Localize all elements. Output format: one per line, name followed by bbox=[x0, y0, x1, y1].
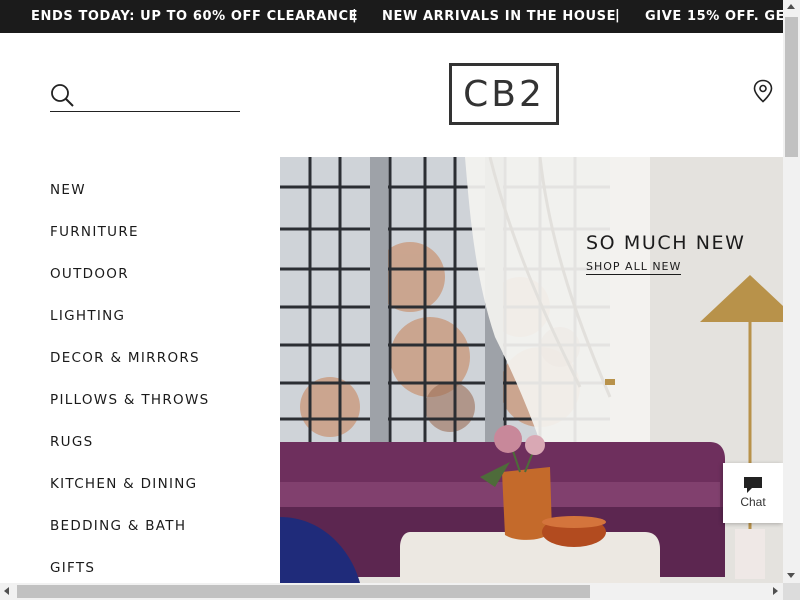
search-box bbox=[50, 82, 240, 112]
promo-give-get-link[interactable]: GIVE 15% OFF. GET bbox=[645, 9, 783, 24]
logo[interactable]: CB2 bbox=[449, 63, 559, 125]
hero-banner[interactable]: SO MUCH NEW SHOP ALL NEW bbox=[280, 157, 783, 583]
promo-separator: | bbox=[352, 8, 357, 23]
vertical-scrollbar[interactable] bbox=[783, 0, 800, 583]
horizontal-scrollbar-thumb[interactable] bbox=[17, 585, 590, 598]
nav-item-pillows-throws[interactable]: PILLOWS & THROWS bbox=[50, 390, 209, 432]
search-input[interactable] bbox=[84, 84, 234, 108]
nav-item-furniture[interactable]: FURNITURE bbox=[50, 222, 209, 264]
shop-all-new-link[interactable]: SHOP ALL NEW bbox=[586, 260, 682, 275]
nav-item-outdoor[interactable]: OUTDOOR bbox=[50, 264, 209, 306]
nav-item-lighting[interactable]: LIGHTING bbox=[50, 306, 209, 348]
hero-image bbox=[280, 157, 783, 583]
nav-item-new[interactable]: NEW bbox=[50, 180, 209, 222]
scroll-down-icon[interactable] bbox=[787, 573, 795, 578]
search-icon[interactable] bbox=[50, 82, 76, 108]
scrollbar-corner bbox=[783, 583, 800, 600]
chat-button[interactable]: Chat bbox=[723, 463, 783, 523]
nav-item-rugs[interactable]: RUGS bbox=[50, 432, 209, 474]
promo-separator: | bbox=[615, 8, 620, 23]
nav-item-kitchen-dining[interactable]: KITCHEN & DINING bbox=[50, 474, 209, 516]
scroll-right-icon[interactable] bbox=[773, 587, 778, 595]
scroll-up-icon[interactable] bbox=[787, 4, 795, 9]
scroll-left-icon[interactable] bbox=[4, 587, 9, 595]
location-pin-icon[interactable] bbox=[752, 79, 774, 103]
chat-bubble-icon bbox=[744, 477, 762, 493]
hero-title: SO MUCH NEW bbox=[586, 232, 746, 254]
chat-label: Chat bbox=[740, 495, 766, 509]
logo-text: CB2 bbox=[463, 73, 545, 115]
promo-new-arrivals-link[interactable]: NEW ARRIVALS IN THE HOUSE bbox=[382, 9, 616, 24]
horizontal-scrollbar[interactable] bbox=[0, 583, 783, 600]
promo-bar: ENDS TODAY: UP TO 60% OFF CLEARANCE | NE… bbox=[0, 0, 783, 33]
vertical-scrollbar-thumb[interactable] bbox=[785, 17, 798, 157]
category-nav: NEW FURNITURE OUTDOOR LIGHTING DECOR & M… bbox=[50, 180, 209, 600]
promo-clearance-link[interactable]: ENDS TODAY: UP TO 60% OFF CLEARANCE bbox=[31, 9, 358, 24]
nav-item-decor-mirrors[interactable]: DECOR & MIRRORS bbox=[50, 348, 209, 390]
nav-item-bedding-bath[interactable]: BEDDING & BATH bbox=[50, 516, 209, 558]
